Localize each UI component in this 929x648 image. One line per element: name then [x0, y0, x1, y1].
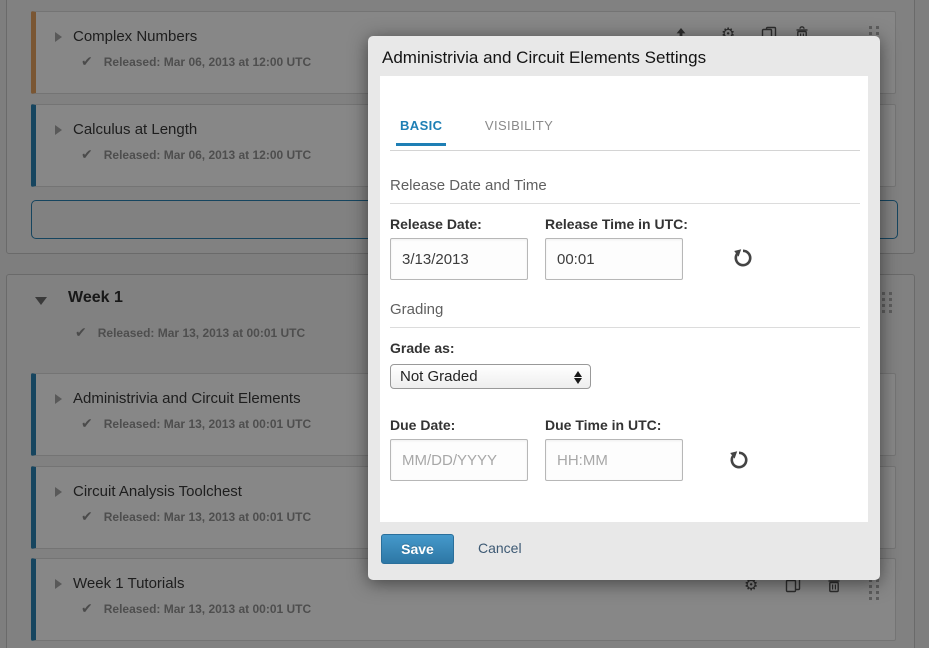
divider: [390, 327, 860, 328]
reset-due-icon[interactable]: [728, 449, 750, 471]
grading-section-heading: Grading: [390, 301, 443, 318]
grade-as-label: Grade as:: [390, 340, 455, 356]
tab-visibility[interactable]: VISIBILITY: [481, 116, 557, 143]
modal-tabs: BASIC VISIBILITY: [380, 116, 868, 146]
release-section-heading: Release Date and Time: [390, 177, 547, 194]
settings-modal: Administrivia and Circuit Elements Setti…: [368, 36, 880, 580]
select-arrows-icon: [574, 369, 582, 386]
divider: [390, 203, 860, 204]
modal-title: Administrivia and Circuit Elements Setti…: [368, 36, 880, 68]
reset-release-icon[interactable]: [732, 247, 754, 269]
release-time-input[interactable]: [545, 238, 683, 280]
tab-basic[interactable]: BASIC: [396, 116, 446, 146]
cancel-button[interactable]: Cancel: [478, 540, 522, 556]
modal-body: BASIC VISIBILITY Release Date and Time R…: [380, 76, 868, 522]
grade-as-select[interactable]: Not Graded: [390, 364, 591, 389]
due-date-label: Due Date:: [390, 417, 455, 433]
due-time-label: Due Time in UTC:: [545, 417, 661, 433]
grade-as-value: Not Graded: [400, 368, 478, 385]
release-time-label: Release Time in UTC:: [545, 216, 688, 232]
release-date-label: Release Date:: [390, 216, 482, 232]
due-date-input[interactable]: [390, 439, 528, 481]
tabs-divider: [390, 150, 860, 151]
due-time-input[interactable]: [545, 439, 683, 481]
save-button[interactable]: Save: [381, 534, 454, 564]
release-date-input[interactable]: [390, 238, 528, 280]
